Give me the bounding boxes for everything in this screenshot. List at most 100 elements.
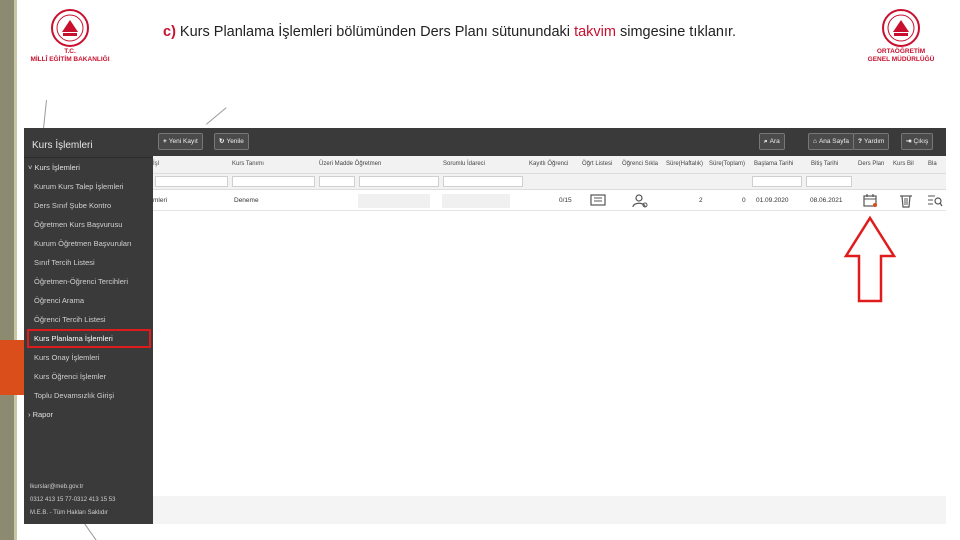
slide-left-accent — [14, 0, 17, 540]
filter-idareci-input[interactable] — [443, 176, 523, 187]
grid-header: İşl Kurs Tanımı Üzeri Madde Öğretmen Sor… — [153, 156, 946, 174]
col-baslama-tarihi: Başlama Tarihi — [754, 161, 794, 167]
slide-step-label: c) — [163, 24, 176, 40]
new-record-label: Yeni Kayıt — [168, 138, 198, 145]
table-row[interactable]: mleri Deneme 0/15 2 0 01.09.2020 08.06.2… — [153, 191, 946, 211]
col-ogretmen: Üzeri Madde Öğretmen — [319, 161, 382, 167]
decorative-line — [206, 107, 227, 125]
slide-title-text-end: simgesine tıklanır. — [615, 24, 737, 40]
sidebar-group-rapor[interactable]: › Rapor — [24, 405, 153, 424]
col-kurs-bil: Kurs Bil — [893, 161, 914, 167]
meb-seal-icon — [51, 9, 89, 47]
sidebar-item-kurum-ogretmen-basvurulari[interactable]: Kurum Öğretmen Başvuruları — [24, 234, 153, 253]
exit-label: Çıkış — [913, 138, 929, 145]
help-button[interactable]: ? Yardım — [853, 133, 890, 150]
refresh-button[interactable]: ↻ Yenile — [214, 133, 249, 150]
sidebar-item-toplu-devamsizlik[interactable]: Toplu Devamsızlık Girişi — [24, 386, 153, 405]
cell-kayitli-ogrenci: 0/15 — [559, 197, 572, 204]
ogm-logo-line1: ORTAÖĞRETİM — [876, 48, 926, 55]
meb-logo-line2: MİLLÎ EĞİTİM BAKANLIĞI — [30, 56, 110, 63]
col-sure-toplam: Süre(Toplam) — [709, 161, 746, 167]
sidebar-item-kurs-ogrenci[interactable]: Kurs Öğrenci İşlemler — [24, 367, 153, 386]
col-islem: İşl — [153, 161, 159, 167]
new-record-button[interactable]: + Yeni Kayıt — [158, 133, 203, 150]
sidebar-item-sinif-tercih[interactable]: Sınıf Tercih Listesi — [24, 253, 153, 272]
col-kayitli-ogrenci: Kayıtlı Öğrenci — [529, 161, 569, 167]
ogrenci-listesi-icon[interactable] — [590, 193, 606, 207]
slide-left-bar — [0, 0, 14, 540]
footer-email: lkurslar@meb.gov.tr — [30, 484, 84, 490]
meb-logo-line1: T.C. — [64, 48, 76, 55]
sidebar-item-ders-sinif-sube[interactable]: Ders Sınıf Şube Kontro — [24, 196, 153, 215]
slide-title: c) Kurs Planlama İşlemleri bölümünden De… — [163, 24, 736, 40]
home-page-button[interactable]: ⌂ Ana Sayfa — [808, 133, 854, 150]
cell-bitis-tarihi: 08.06.2021 — [810, 197, 843, 204]
user-icon[interactable] — [632, 193, 648, 208]
slide-orange-tab — [0, 340, 24, 395]
sidebar-group-kurs-islemleri[interactable]: ˅ Kurs İşlemleri — [24, 158, 153, 177]
col-ogrenci-sikla: Öğrenci Sıkla — [622, 161, 659, 167]
col-kurs-tanimi: Kurs Tanımı — [232, 161, 264, 167]
slide-title-highlight: takvim — [574, 24, 616, 40]
filter-madde-input[interactable] — [319, 176, 355, 187]
search-label: Ara — [769, 138, 780, 145]
sidebar-item-kurs-onay[interactable]: Kurs Onay İşlemleri — [24, 348, 153, 367]
col-bla: Bla — [928, 161, 937, 167]
sidebar: Kurs İşlemleri ˅ Kurs İşlemleri Kurum Ku… — [24, 128, 153, 524]
col-bitis-tarihi: Bitiş Tarihi — [811, 161, 839, 167]
col-sorumlu-idareci: Sorumlu İdareci — [443, 161, 486, 167]
meb-logo: T.C. MİLLÎ EĞİTİM BAKANLIĞI — [20, 8, 120, 64]
sidebar-item-kurum-kurs-talep[interactable]: Kurum Kurs Talep İşlemleri — [24, 177, 153, 196]
cell-ogretmen-empty — [358, 194, 430, 208]
grid-filter-row — [153, 174, 946, 190]
sidebar-item-ogrenci-arama[interactable]: Öğrenci Arama — [24, 291, 153, 310]
refresh-icon: ↻ — [219, 138, 225, 145]
ogm-logo: ORTAÖĞRETİM GENEL MÜDÜRLÜĞÜ — [858, 8, 944, 64]
filter-kurs-tanimi-input[interactable] — [232, 176, 315, 187]
calendar-icon[interactable] — [863, 193, 878, 208]
sidebar-title: Kurs İşlemleri — [24, 128, 153, 158]
sidebar-item-ogretmen-kurs-basvurusu[interactable]: Öğretmen Kurs Başvurusu — [24, 215, 153, 234]
decorative-line — [42, 100, 47, 130]
filter-ogretmen-input[interactable] — [359, 176, 439, 187]
slide-title-text: Kurs Planlama İşlemleri bölümünden Ders … — [175, 24, 575, 40]
cell-sure-haftalik: 2 — [699, 197, 703, 204]
search-icon: ⌕ — [764, 138, 768, 145]
footer-phone: 0312 413 15 77-0312 413 15 53 — [30, 497, 116, 503]
cell-kurs-tanimi: Deneme — [234, 197, 259, 204]
grid-footer — [153, 496, 946, 524]
exit-button[interactable]: ⇥ Çıkış — [901, 133, 934, 150]
sidebar-footer: lkurslar@meb.gov.tr 0312 413 15 77-0312 … — [30, 481, 115, 520]
home-icon: ⌂ — [813, 138, 817, 145]
search-button[interactable]: ⌕ Ara — [759, 133, 785, 150]
cell-sure-toplam: 0 — [742, 197, 746, 204]
filter-baslama-input[interactable] — [752, 176, 802, 187]
decorative-line — [83, 522, 98, 540]
exit-icon: ⇥ — [906, 138, 912, 145]
app-window: Kurs İşlemleri ˅ Kurs İşlemleri Kurum Ku… — [24, 128, 946, 524]
sidebar-item-ogrenci-tercih-listesi[interactable]: Öğrenci Tercih Listesi — [24, 310, 153, 329]
sidebar-rapor-label: Rapor — [32, 410, 54, 419]
home-page-label: Ana Sayfa — [818, 138, 849, 145]
help-icon: ? — [858, 138, 862, 145]
kurs-planlama-grid: İşl Kurs Tanımı Üzeri Madde Öğretmen Sor… — [153, 156, 946, 524]
filter-islem-input[interactable] — [155, 176, 228, 187]
col-ogrt-listesi: Öğrt Listesi — [582, 161, 613, 167]
cell-idareci-empty — [442, 194, 510, 208]
cell-islem: mleri — [153, 197, 168, 204]
sidebar-item-ogretmen-ogrenci-tercihleri[interactable]: Öğretmen-Öğrenci Tercihleri — [24, 272, 153, 291]
plus-icon: + — [163, 138, 167, 145]
filter-bitis-input[interactable] — [806, 176, 852, 187]
refresh-label: Yenile — [226, 138, 244, 145]
cell-baslama-tarihi: 01.09.2020 — [756, 197, 789, 204]
col-ders-plan: Ders Plan — [858, 161, 885, 167]
toolbar: + Yeni Kayıt ↻ Yenile ⌕ Ara ⌂ Ana Sayfa ? Yar… — [153, 128, 946, 156]
detail-search-icon[interactable] — [927, 193, 943, 208]
sidebar-group-label: Kurs İşlemleri — [34, 163, 80, 172]
footer-copyright: M.E.B. - Tüm Hakları Saklıdır — [30, 510, 108, 516]
ogm-logo-line2: GENEL MÜDÜRLÜĞÜ — [867, 56, 935, 63]
sidebar-item-kurs-planlama[interactable]: Kurs Planlama İşlemleri — [27, 329, 151, 348]
pointer-arrow-icon — [843, 215, 897, 303]
trash-icon[interactable] — [899, 193, 913, 208]
ogm-seal-icon — [882, 9, 920, 47]
